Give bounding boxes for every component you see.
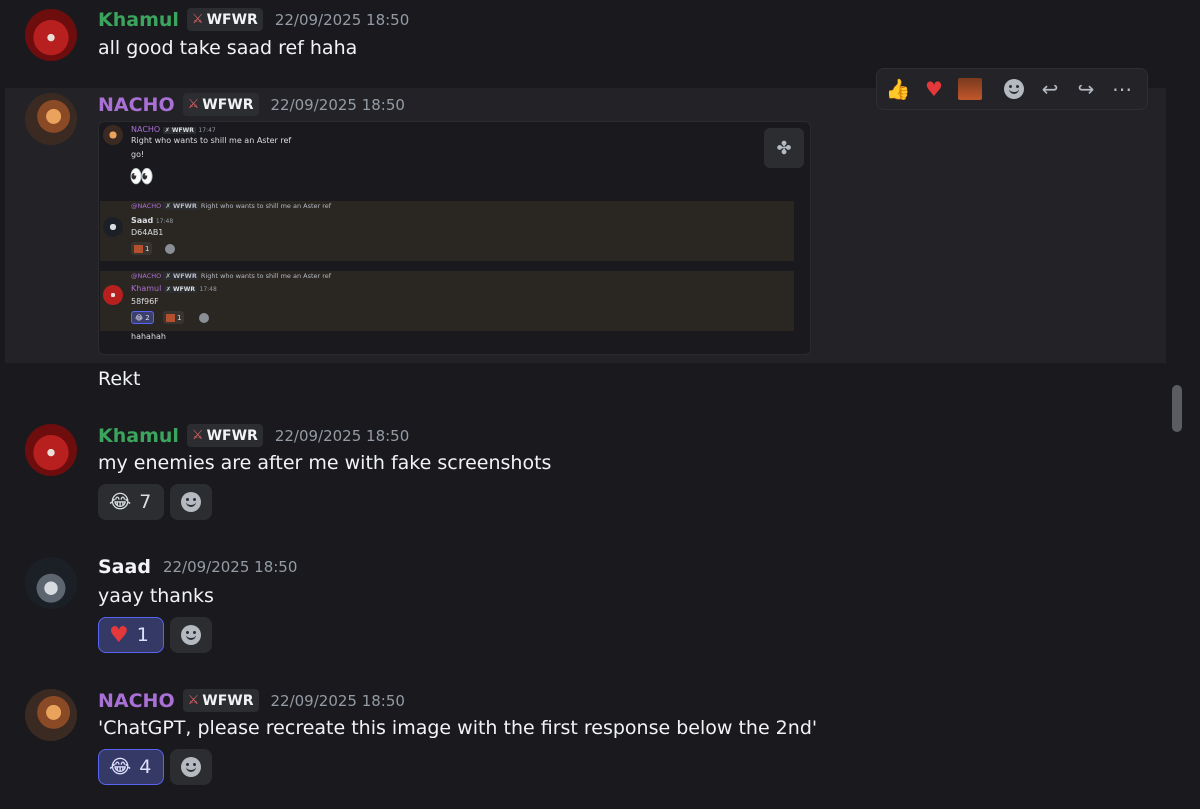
heart-icon[interactable]: ♥ (919, 74, 949, 104)
smiley-icon (181, 757, 201, 777)
username[interactable]: Saad (98, 556, 151, 578)
embed-mention: @NACHO (131, 272, 162, 280)
timestamp: 22/09/2025 18:50 (274, 426, 410, 445)
embed-add-reaction (199, 313, 209, 323)
message-actions-bar: 👍 ♥ ↩ ↪ ⋯ (876, 68, 1148, 110)
embed-username: Khamul (131, 284, 162, 293)
embed-time: 17:47 (198, 127, 216, 134)
heart-emoji-icon: ♥ (109, 622, 129, 648)
embed-avatar (103, 125, 123, 145)
embed-add-reaction (165, 244, 175, 254)
embed-text: Right who wants to shill me an Aster ref (131, 136, 292, 145)
reaction-count: 1 (136, 624, 149, 646)
embed-reaction: 1 (131, 242, 153, 255)
sword-icon: ⚔ (191, 12, 204, 27)
server-tag[interactable]: ⚔ WFWR (182, 93, 259, 116)
avatar[interactable] (25, 93, 77, 145)
message-text: Rekt (98, 368, 141, 390)
avatar[interactable] (25, 557, 77, 609)
sword-icon: ⚔ (187, 97, 200, 112)
avatar[interactable] (25, 424, 77, 476)
reaction-heart[interactable]: ♥ 1 (98, 617, 164, 653)
add-reaction-button[interactable] (170, 484, 212, 520)
scrollbar-thumb[interactable] (1172, 385, 1182, 432)
message-header: Khamul ⚔ WFWR 22/09/2025 18:50 (98, 424, 409, 447)
sword-icon: ⚔ (187, 693, 200, 708)
message-text: 'ChatGPT, please recreate this image wit… (98, 717, 818, 739)
reply-icon[interactable]: ↩ (1035, 74, 1065, 104)
embed-tag: ✗ WFWR (162, 127, 196, 134)
embed-username: Saad (131, 216, 154, 225)
embed-ref-text: Right who wants to shill me an Aster ref (200, 202, 332, 210)
laugh-emoji-icon: 😂 (109, 756, 132, 778)
embed-text: go! (131, 150, 145, 159)
add-reaction-button[interactable] (170, 749, 212, 785)
embed-reply (100, 201, 794, 261)
username[interactable]: NACHO (98, 690, 175, 712)
embed-reaction: 1 (163, 311, 185, 324)
forward-icon[interactable]: ↪ (1071, 74, 1101, 104)
timestamp: 22/09/2025 18:50 (274, 10, 410, 29)
avatar[interactable] (25, 9, 77, 61)
embed-mention: @NACHO (131, 202, 162, 210)
reaction-count: 7 (139, 491, 152, 513)
embed-text: D64AB1 (131, 228, 164, 237)
message-header: NACHO ⚔ WFWR 22/09/2025 18:50 (98, 689, 405, 712)
laugh-emoji-icon: 😂 (109, 491, 132, 513)
embed-avatar (103, 217, 123, 237)
message-header: Saad 22/09/2025 18:50 (98, 556, 297, 578)
thumbs-up-icon[interactable]: 👍 (883, 74, 913, 104)
sword-icon: ⚔ (191, 428, 204, 443)
embed-tag: ✗ WFWR (163, 272, 199, 280)
username[interactable]: Khamul (98, 425, 179, 447)
smiley-icon (181, 625, 201, 645)
image-attachment[interactable]: NACHO ✗ WFWR 17:47 Right who wants to sh… (98, 121, 811, 355)
server-tag[interactable]: ⚔ WFWR (186, 8, 263, 31)
message-text: yaay thanks (98, 585, 214, 607)
clover-icon[interactable]: ✤ (764, 128, 804, 168)
server-tag[interactable]: ⚔ WFWR (182, 689, 259, 712)
embed-avatar (103, 285, 123, 305)
add-reaction-icon[interactable] (999, 74, 1029, 104)
embed-reaction: 😂 2 (131, 311, 154, 324)
embed-text: 58f96F (131, 297, 159, 306)
reaction-laugh[interactable]: 😂 4 (98, 749, 164, 785)
server-tag[interactable]: ⚔ WFWR (186, 424, 263, 447)
timestamp: 22/09/2025 18:50 (162, 558, 298, 576)
reaction-count: 4 (139, 756, 152, 778)
eyes-emoji: 👀 (129, 164, 154, 188)
custom-emoji-icon[interactable] (955, 74, 985, 104)
message-header: Khamul ⚔ WFWR 22/09/2025 18:50 (98, 8, 409, 31)
reaction-laugh[interactable]: 😂 7 (98, 484, 164, 520)
smiley-icon (181, 492, 201, 512)
avatar[interactable] (25, 689, 77, 741)
embed-text: hahahah (131, 332, 166, 341)
embed-time: 17:48 (155, 218, 174, 225)
username[interactable]: Khamul (98, 9, 179, 31)
embed-ref-text: Right who wants to shill me an Aster ref (200, 272, 332, 280)
timestamp: 22/09/2025 18:50 (270, 95, 405, 114)
embed-tag: ✗ WFWR (163, 202, 199, 210)
add-reaction-button[interactable] (170, 617, 212, 653)
message-text: my enemies are after me with fake screen… (98, 452, 552, 474)
embed-time: 17:48 (199, 286, 217, 293)
username[interactable]: NACHO (98, 94, 175, 116)
more-icon[interactable]: ⋯ (1107, 74, 1137, 104)
embed-tag: ✗ WFWR (163, 286, 197, 293)
timestamp: 22/09/2025 18:50 (270, 691, 405, 710)
embed-username: NACHO (131, 125, 161, 134)
message-header: NACHO ⚔ WFWR 22/09/2025 18:50 (98, 93, 405, 116)
message-text: all good take saad ref haha (98, 37, 358, 59)
